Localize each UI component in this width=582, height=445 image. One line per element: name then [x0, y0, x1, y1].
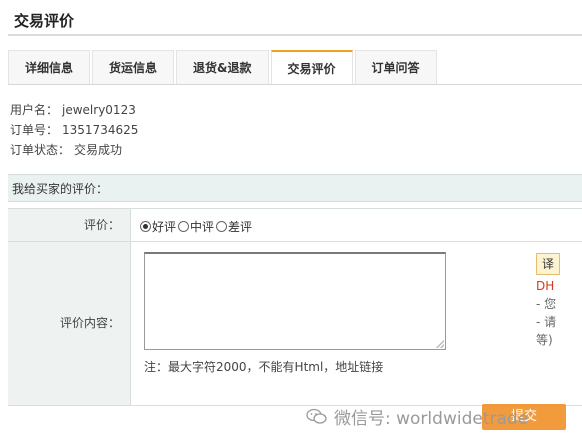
side-tip-brand: DH — [536, 279, 555, 293]
rating-label: 评价： — [83, 218, 120, 232]
section-header: 我给买家的评价： — [8, 174, 582, 202]
tab-bar: 详细信息 货运信息 退货&退款 交易评价 订单问答 — [8, 50, 582, 85]
tab-returns-refunds[interactable]: 退货&退款 — [176, 50, 269, 84]
side-tip: DH - 您 - 请 等) — [536, 277, 582, 349]
username-label: 用户名： — [10, 103, 59, 117]
watermark-text: 微信号: worldwidetrade — [334, 409, 529, 429]
row-divider — [8, 241, 582, 242]
radio-unchecked-icon[interactable] — [216, 221, 228, 232]
translate-button[interactable]: 译 — [536, 253, 560, 275]
wechat-watermark: 微信号: worldwidetrade — [306, 404, 528, 429]
side-tip-line: - 您 — [536, 297, 557, 311]
character-limit-note: 注：最大字符2000，不能有Html，地址链接 — [144, 360, 384, 374]
tab-order-qa[interactable]: 订单问答 — [354, 50, 437, 84]
username-value: jewelry0123 — [62, 103, 136, 117]
title-divider — [8, 34, 582, 36]
rating-radio-neutral[interactable]: 中评 — [178, 218, 214, 235]
radio-unchecked-icon[interactable] — [178, 221, 190, 232]
order-status-label: 订单状态： — [10, 143, 71, 157]
rating-option-label: 中评 — [190, 220, 215, 234]
side-tip-line: - 请 — [536, 315, 557, 329]
rating-radio-negative[interactable]: 差评 — [216, 218, 252, 235]
rating-radio-positive[interactable]: 好评 — [140, 218, 176, 235]
username-line: 用户名： jewelry0123 — [10, 100, 142, 120]
radio-checked-icon[interactable] — [140, 221, 151, 232]
resize-grip-icon[interactable] — [436, 340, 444, 348]
order-status-value: 交易成功 — [74, 143, 123, 157]
review-content-textarea[interactable] — [144, 252, 446, 350]
page-title: 交易评价 — [14, 12, 75, 30]
tab-shipping[interactable]: 货运信息 — [92, 50, 175, 84]
side-tip-line: 等) — [536, 333, 553, 347]
order-number-value: 1351734625 — [62, 123, 139, 137]
wechat-icon — [306, 408, 327, 424]
tab-details[interactable]: 详细信息 — [8, 50, 91, 84]
rating-option-label: 差评 — [228, 220, 253, 234]
order-info: 用户名： jewelry0123 订单号： 1351734625 订单状态： 交易成功 — [10, 100, 142, 160]
tab-transaction-review[interactable]: 交易评价 — [270, 50, 353, 84]
order-number-line: 订单号： 1351734625 — [10, 120, 142, 140]
order-status-line: 订单状态： 交易成功 — [10, 140, 142, 160]
content-label: 评价内容： — [59, 316, 120, 330]
rating-radio-group: 好评 中评 差评 — [140, 218, 252, 235]
rating-option-label: 好评 — [152, 220, 177, 234]
review-form: 评价： 评价内容： 好评 中评 差评 注：最大字符2000，不能有Html，地址… — [8, 208, 582, 406]
order-number-label: 订单号： — [10, 123, 59, 137]
